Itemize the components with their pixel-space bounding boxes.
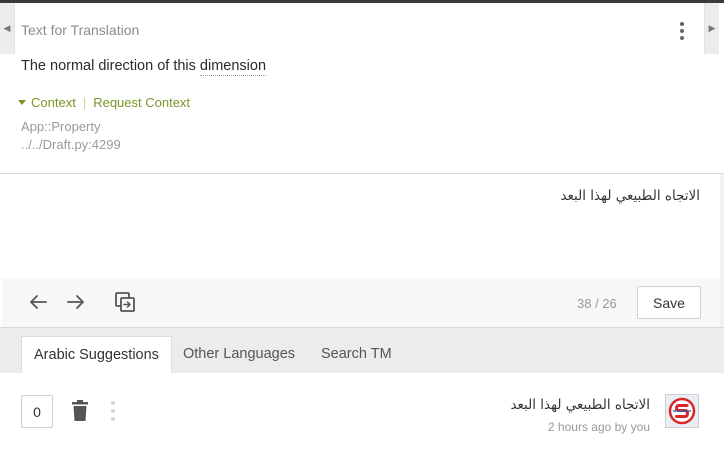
- save-button[interactable]: Save: [637, 286, 701, 319]
- context-row: Context | Request Context: [18, 95, 190, 110]
- triangle-left-icon: ◀: [3, 23, 11, 33]
- drag-handle-icon[interactable]: [110, 401, 116, 421]
- source-panel: Text for Translation The normal directio…: [0, 3, 724, 173]
- avatar[interactable]: [665, 394, 699, 428]
- context-toggle[interactable]: Context: [31, 95, 76, 110]
- copy-source-icon[interactable]: [113, 290, 137, 314]
- tab-search-tm[interactable]: Search TM: [309, 336, 404, 373]
- user-avatar-icon: [668, 397, 696, 425]
- previous-string-handle[interactable]: ◀: [0, 3, 15, 54]
- tab-arabic-suggestions[interactable]: Arabic Suggestions: [21, 336, 172, 373]
- panel-title: Text for Translation: [21, 22, 140, 38]
- separator: |: [82, 95, 87, 110]
- triangle-right-icon: ▶: [708, 23, 716, 33]
- suggestion-tabs: Arabic Suggestions Other Languages Searc…: [0, 328, 724, 373]
- next-string-handle[interactable]: ▶: [704, 3, 719, 54]
- trash-icon[interactable]: [70, 399, 90, 423]
- caret-down-icon[interactable]: [18, 100, 26, 105]
- context-location: ../../Draft.py:4299: [21, 137, 121, 152]
- editor-scrollbar[interactable]: [720, 174, 724, 327]
- suggestion-list: 0 الاتجاه الطبيعي لهذا البعد 2 hours ago…: [0, 373, 724, 454]
- translation-input[interactable]: الاتجاه الطبيعي لهذا البعد: [2, 174, 720, 278]
- editor-toolbar: 38 / 26 Save: [2, 278, 720, 327]
- suggestion-meta: 2 hours ago by you: [547, 420, 650, 434]
- arrow-right-icon[interactable]: [64, 290, 88, 314]
- request-context-link[interactable]: Request Context: [93, 95, 190, 110]
- source-string: The normal direction of this dimension: [21, 58, 267, 76]
- suggestion-text[interactable]: الاتجاه الطبيعي لهذا البعد: [400, 397, 650, 413]
- context-class: App::Property: [21, 119, 101, 134]
- source-text-start: The normal direction of this: [21, 58, 200, 74]
- tab-other-languages[interactable]: Other Languages: [171, 336, 307, 373]
- character-counter: 38 / 26: [577, 296, 617, 311]
- glossary-term[interactable]: dimension: [199, 58, 267, 76]
- vote-count[interactable]: 0: [21, 395, 53, 428]
- arrow-left-icon[interactable]: [26, 290, 50, 314]
- more-options-icon[interactable]: [672, 19, 692, 43]
